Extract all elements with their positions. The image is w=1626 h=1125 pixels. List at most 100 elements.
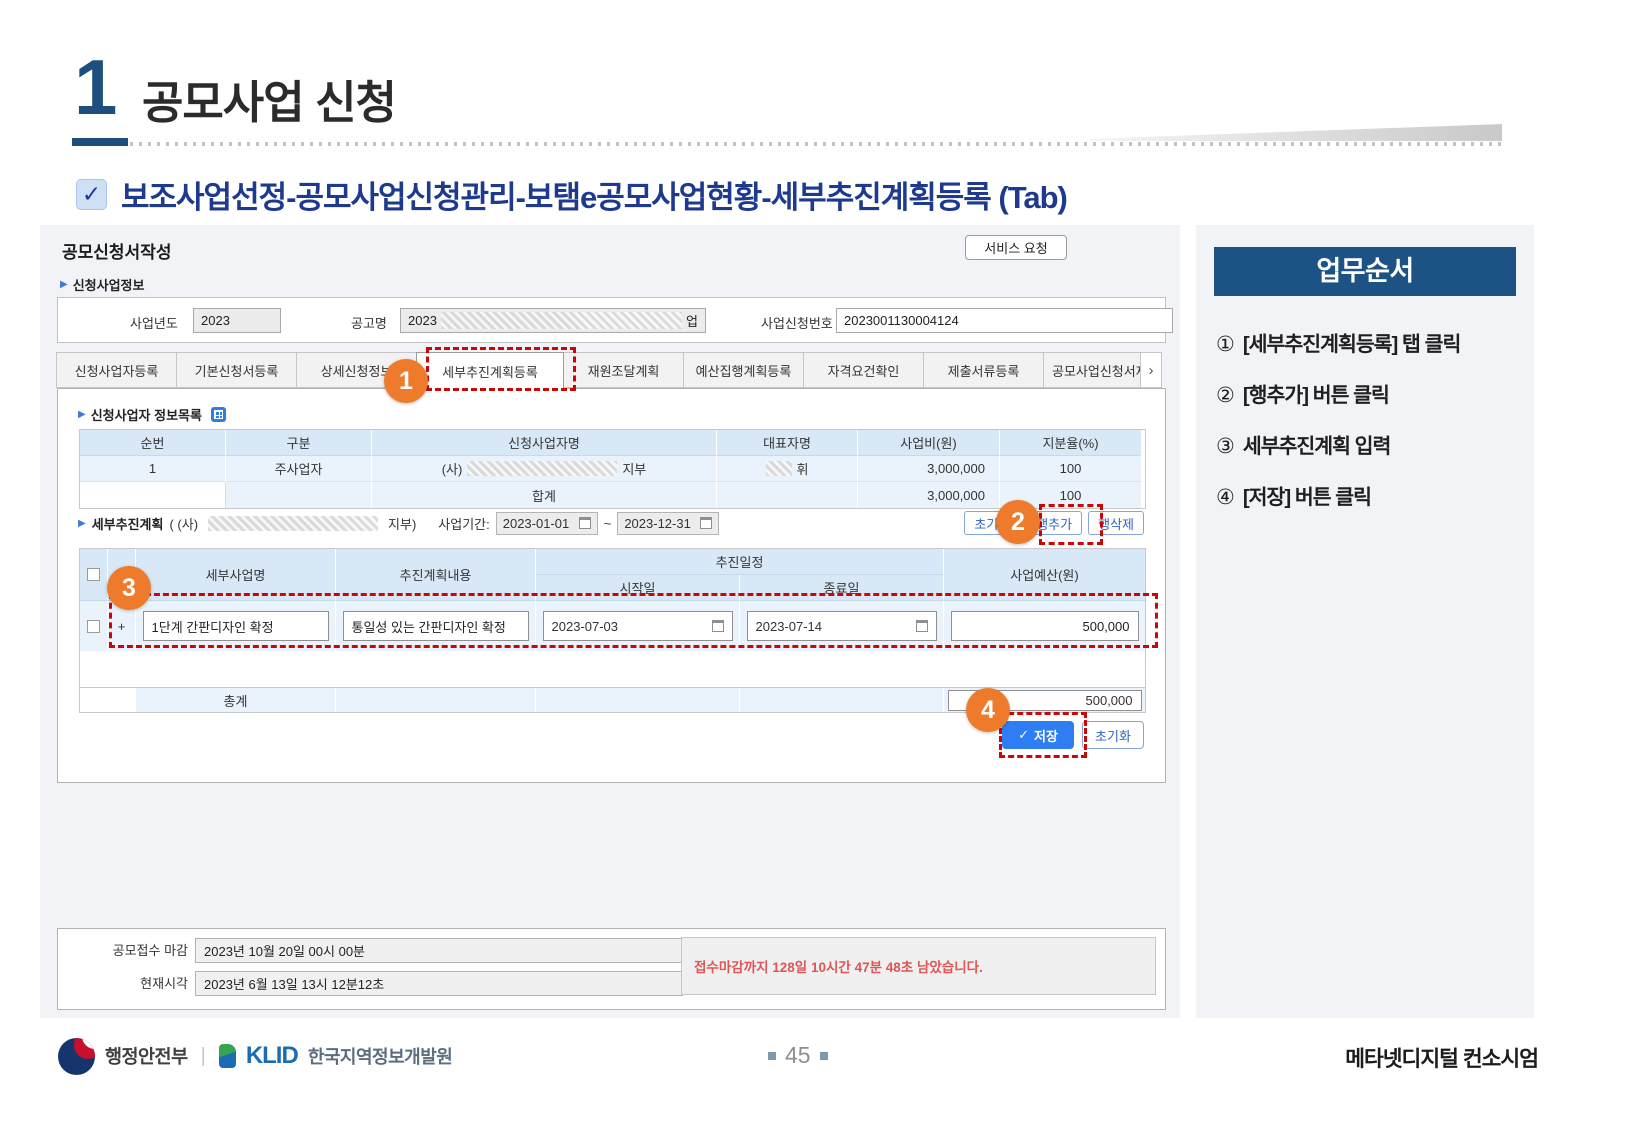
col-cost: 사업비(원): [858, 430, 1000, 456]
ministry-logo-icon: [58, 1037, 95, 1075]
plan-content-input[interactable]: [342, 611, 529, 641]
section-applicant-list: ▶ 신청사업자 정보목록: [78, 405, 226, 424]
end-date-value: 2023-07-14: [755, 618, 823, 634]
deadline-box: 공모접수 마감 현재시각 접수마감까지 128일 10시간 47분 48초 남았…: [57, 928, 1166, 1010]
budget-input[interactable]: [950, 611, 1139, 641]
start-date-input[interactable]: 2023-07-03: [542, 611, 733, 641]
period-start-value: 2023-01-01: [502, 515, 570, 531]
section-project-info: ▶ 신청사업정보: [60, 275, 144, 294]
col-type: 구분: [226, 430, 372, 456]
page-number-square: [768, 1051, 776, 1060]
redacted-area: [208, 515, 379, 531]
section-arrow-icon: ▶: [60, 279, 68, 290]
klid-logo-icon: [218, 1044, 236, 1068]
tab-detail-plan-register[interactable]: 세부추진계획등록: [416, 352, 564, 390]
detail-plan-table-header: ✎ 세부사업명 추진계획내용 추진일정 사업예산(원) 시작일 종료일: [80, 549, 1145, 601]
chevron-right-icon: ›: [1148, 361, 1154, 379]
detail-plan-row: + 2023-07-03 2023-07-14: [80, 601, 1145, 651]
cell-no: 1: [80, 456, 226, 482]
work-step-1: ① [세부추진계획등록] 탭 클릭: [1216, 327, 1461, 357]
now-label: 현재시각: [140, 976, 188, 991]
tabs-scroll-right[interactable]: ›: [1140, 352, 1162, 388]
section-arrow-icon: ▶: [78, 517, 86, 529]
current-time-input[interactable]: [195, 971, 683, 996]
period-end-value: 2023-12-31: [624, 515, 691, 531]
col-share: 지분율(%): [1000, 430, 1141, 456]
check-icon: ✓: [1018, 727, 1029, 742]
application-number-label: 사업신청번호: [761, 316, 833, 331]
step-number: ②: [1216, 384, 1235, 407]
calendar-icon[interactable]: [915, 620, 928, 632]
period-label: 사업기간:: [438, 516, 490, 532]
end-date-input[interactable]: 2023-07-14: [746, 611, 937, 641]
project-info-fields: 사업년도 공고명 2023 업 사업신청번호: [57, 297, 1173, 343]
tab-qualification-check[interactable]: 자격요건확인: [803, 352, 924, 388]
page-number-square: [819, 1051, 828, 1060]
step-badge-3: 3: [107, 566, 151, 610]
notice-suffix: 업: [686, 314, 698, 329]
applicant-table-row: 1 주사업자 (사) 지부 휘 3,000,000 100: [80, 456, 1145, 482]
tab-basic-form-register[interactable]: 기본신청서등록: [176, 352, 297, 388]
applicant-name-suffix: 지부: [622, 462, 647, 477]
close-datetime-input[interactable]: [195, 938, 683, 963]
applicant-name-prefix: (사): [441, 462, 463, 477]
row-checkbox[interactable]: [87, 619, 100, 633]
year-label: 사업년도: [130, 316, 178, 331]
tab-funding-plan[interactable]: 재원조달계획: [563, 352, 684, 388]
delete-row-button[interactable]: 행삭제: [1088, 511, 1144, 535]
breadcrumb: ✓ 보조사업선정-공모사업신청관리-보탬e공모사업현황-세부추진계획등록 (Ta…: [76, 172, 1068, 217]
notice-name-input[interactable]: 2023 업: [400, 308, 706, 333]
detail-name-input[interactable]: [142, 611, 329, 641]
calendar-icon[interactable]: [578, 517, 591, 529]
reset-bottom-button[interactable]: 초기화: [1082, 721, 1144, 749]
section-project-info-label: 신청사업정보: [72, 278, 145, 293]
calendar-icon[interactable]: [711, 620, 724, 632]
remaining-time-message: 접수마감까지 128일 10시간 47분 48초 남았습니다.: [681, 937, 1156, 995]
start-date-value: 2023-07-03: [551, 618, 619, 634]
tab-budget-execution-register[interactable]: 예산집행계획등록: [683, 352, 804, 388]
col-detail-name: 세부사업명: [136, 549, 336, 601]
redacted-area: [440, 312, 683, 329]
col-applicant-name: 신청사업자명: [372, 430, 717, 456]
checkbox-icon: ✓: [76, 179, 107, 210]
form-title: 공모신청서작성: [62, 243, 172, 262]
dotted-divider: [130, 142, 1502, 146]
applicant-table: 순번 구분 신청사업자명 대표자명 사업비(원) 지분율(%) 1 주사업자 (…: [79, 429, 1146, 509]
application-number-input[interactable]: [836, 308, 1173, 333]
period-end-input[interactable]: 2023-12-31: [617, 511, 720, 535]
cell-blank: [80, 688, 108, 712]
section-number: 1: [74, 43, 118, 131]
select-all-checkbox[interactable]: [87, 568, 100, 581]
step-number: ③: [1216, 435, 1235, 458]
step-badge-4: 4: [966, 688, 1010, 732]
work-steps: ① [세부추진계획등록] 탭 클릭 ② [행추가] 버튼 클릭 ③ 세부추진계획…: [1216, 327, 1461, 531]
page-number-block: 45: [768, 1042, 828, 1069]
consortium-name: 메타넷디지털 컨소시엄: [1345, 1047, 1539, 1071]
cell-blank: [80, 482, 226, 508]
calendar-icon[interactable]: [700, 517, 713, 529]
service-request-button[interactable]: 서비스 요청: [965, 235, 1067, 260]
period-start-input[interactable]: 2023-01-01: [495, 511, 598, 535]
col-budget: 사업예산(원): [944, 549, 1145, 601]
detail-plan-header: ▶ 세부추진계획 ( (사) 지부) 사업기간: 2023-01-01 ~ 20…: [78, 510, 1144, 536]
tab-applicant-register[interactable]: 신청사업자등록: [56, 352, 177, 388]
ministry-name: 행정안전부: [105, 1046, 188, 1067]
section-number-underline: [72, 138, 128, 146]
slide-page: 1 공모사업 신청 ✓ 보조사업선정-공모사업신청관리-보탬e공모사업현황-세부…: [0, 0, 1626, 1125]
application-screen: 공모신청서작성 서비스 요청 ▶ 신청사업정보 사업년도 공고명 2023 업 …: [40, 225, 1180, 1018]
representative-suffix: 휘: [796, 462, 809, 477]
plus-icon[interactable]: +: [118, 619, 126, 634]
sidebar-title: 업무순서: [1214, 247, 1516, 296]
save-button[interactable]: ✓ 저장: [1002, 721, 1074, 749]
notice-prefix: 2023: [408, 313, 437, 328]
save-button-label: 저장: [1033, 728, 1058, 744]
empty-rows-area: [80, 651, 1145, 687]
tab-document-register[interactable]: 제출서류등록: [923, 352, 1044, 388]
year-input[interactable]: [193, 308, 281, 333]
step-badge-1: 1: [384, 359, 428, 403]
applicant-table-total-row: 합계 3,000,000 100: [80, 482, 1145, 508]
tab-application-submit[interactable]: 공모사업신청서제: [1043, 352, 1141, 388]
col-plan-content: 추진계획내용: [336, 549, 536, 601]
org-prefix: ( (사): [169, 516, 199, 532]
col-start-date: 시작일: [536, 575, 740, 601]
